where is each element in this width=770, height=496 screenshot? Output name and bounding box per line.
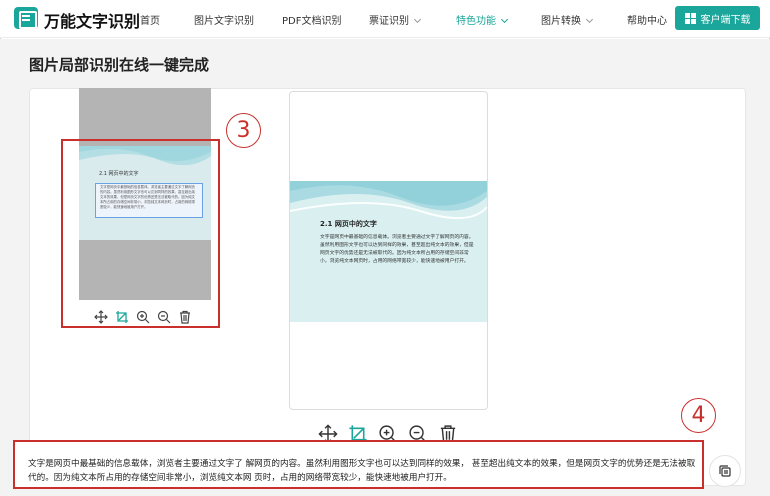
- ocr-result-text[interactable]: 文字是网页中最基础的信息载体，浏览者主要通过文字了 解网页的内容。虽然利用图形文…: [28, 457, 696, 485]
- nav-image-convert[interactable]: 图片转换: [541, 12, 594, 27]
- preview-page-band: 2.1 网页中的文字 文字是网页中最基础的信息载体。浏览者主要通过文字了解网页的…: [290, 181, 487, 322]
- chevron-down-icon: [585, 15, 594, 24]
- client-download-button[interactable]: 客户端下载: [675, 6, 760, 30]
- chevron-down-icon: [413, 15, 422, 24]
- callout-number-3: 3: [226, 113, 261, 148]
- brand-name[interactable]: 万能文字识别: [44, 8, 140, 32]
- client-download-label: 客户端下载: [700, 14, 751, 26]
- app-logo-icon[interactable]: [14, 7, 38, 29]
- top-navbar: 万能文字识别 首页 图片文字识别 PDF文档识别 票证识别 特色功能 图片转换 …: [0, 0, 770, 38]
- nav-help[interactable]: 帮助中心: [627, 12, 667, 27]
- copy-button[interactable]: [709, 455, 741, 487]
- nav-pdf-ocr[interactable]: PDF文档识别: [282, 12, 341, 27]
- windows-icon: [684, 12, 696, 24]
- preview-text: 文字是网页中最基础的信息载体。浏览者主要通过文字了解网页的内容。虽然利用图形文字…: [320, 235, 474, 264]
- nav-home[interactable]: 首页: [140, 12, 160, 27]
- nav-features[interactable]: 特色功能: [456, 12, 509, 27]
- recognition-preview: 2.1 网页中的文字 文字是网页中最基础的信息载体。浏览者主要通过文字了解网页的…: [289, 91, 488, 410]
- nav-image-ocr[interactable]: 图片文字识别: [194, 12, 254, 27]
- preview-heading: 2.1 网页中的文字: [320, 220, 377, 228]
- copy-icon: [719, 465, 731, 477]
- nav-features-label: 特色功能: [456, 16, 496, 27]
- nav-ticket-ocr[interactable]: 票证识别: [369, 12, 422, 27]
- nav-image-convert-label: 图片转换: [541, 16, 581, 27]
- chevron-down-icon: [500, 15, 509, 24]
- callout-number-4: 4: [681, 398, 716, 433]
- nav-ticket-ocr-label: 票证识别: [369, 16, 409, 27]
- page-title: 图片局部识别在线一键完成: [29, 56, 210, 74]
- callout-box-3: [61, 139, 220, 328]
